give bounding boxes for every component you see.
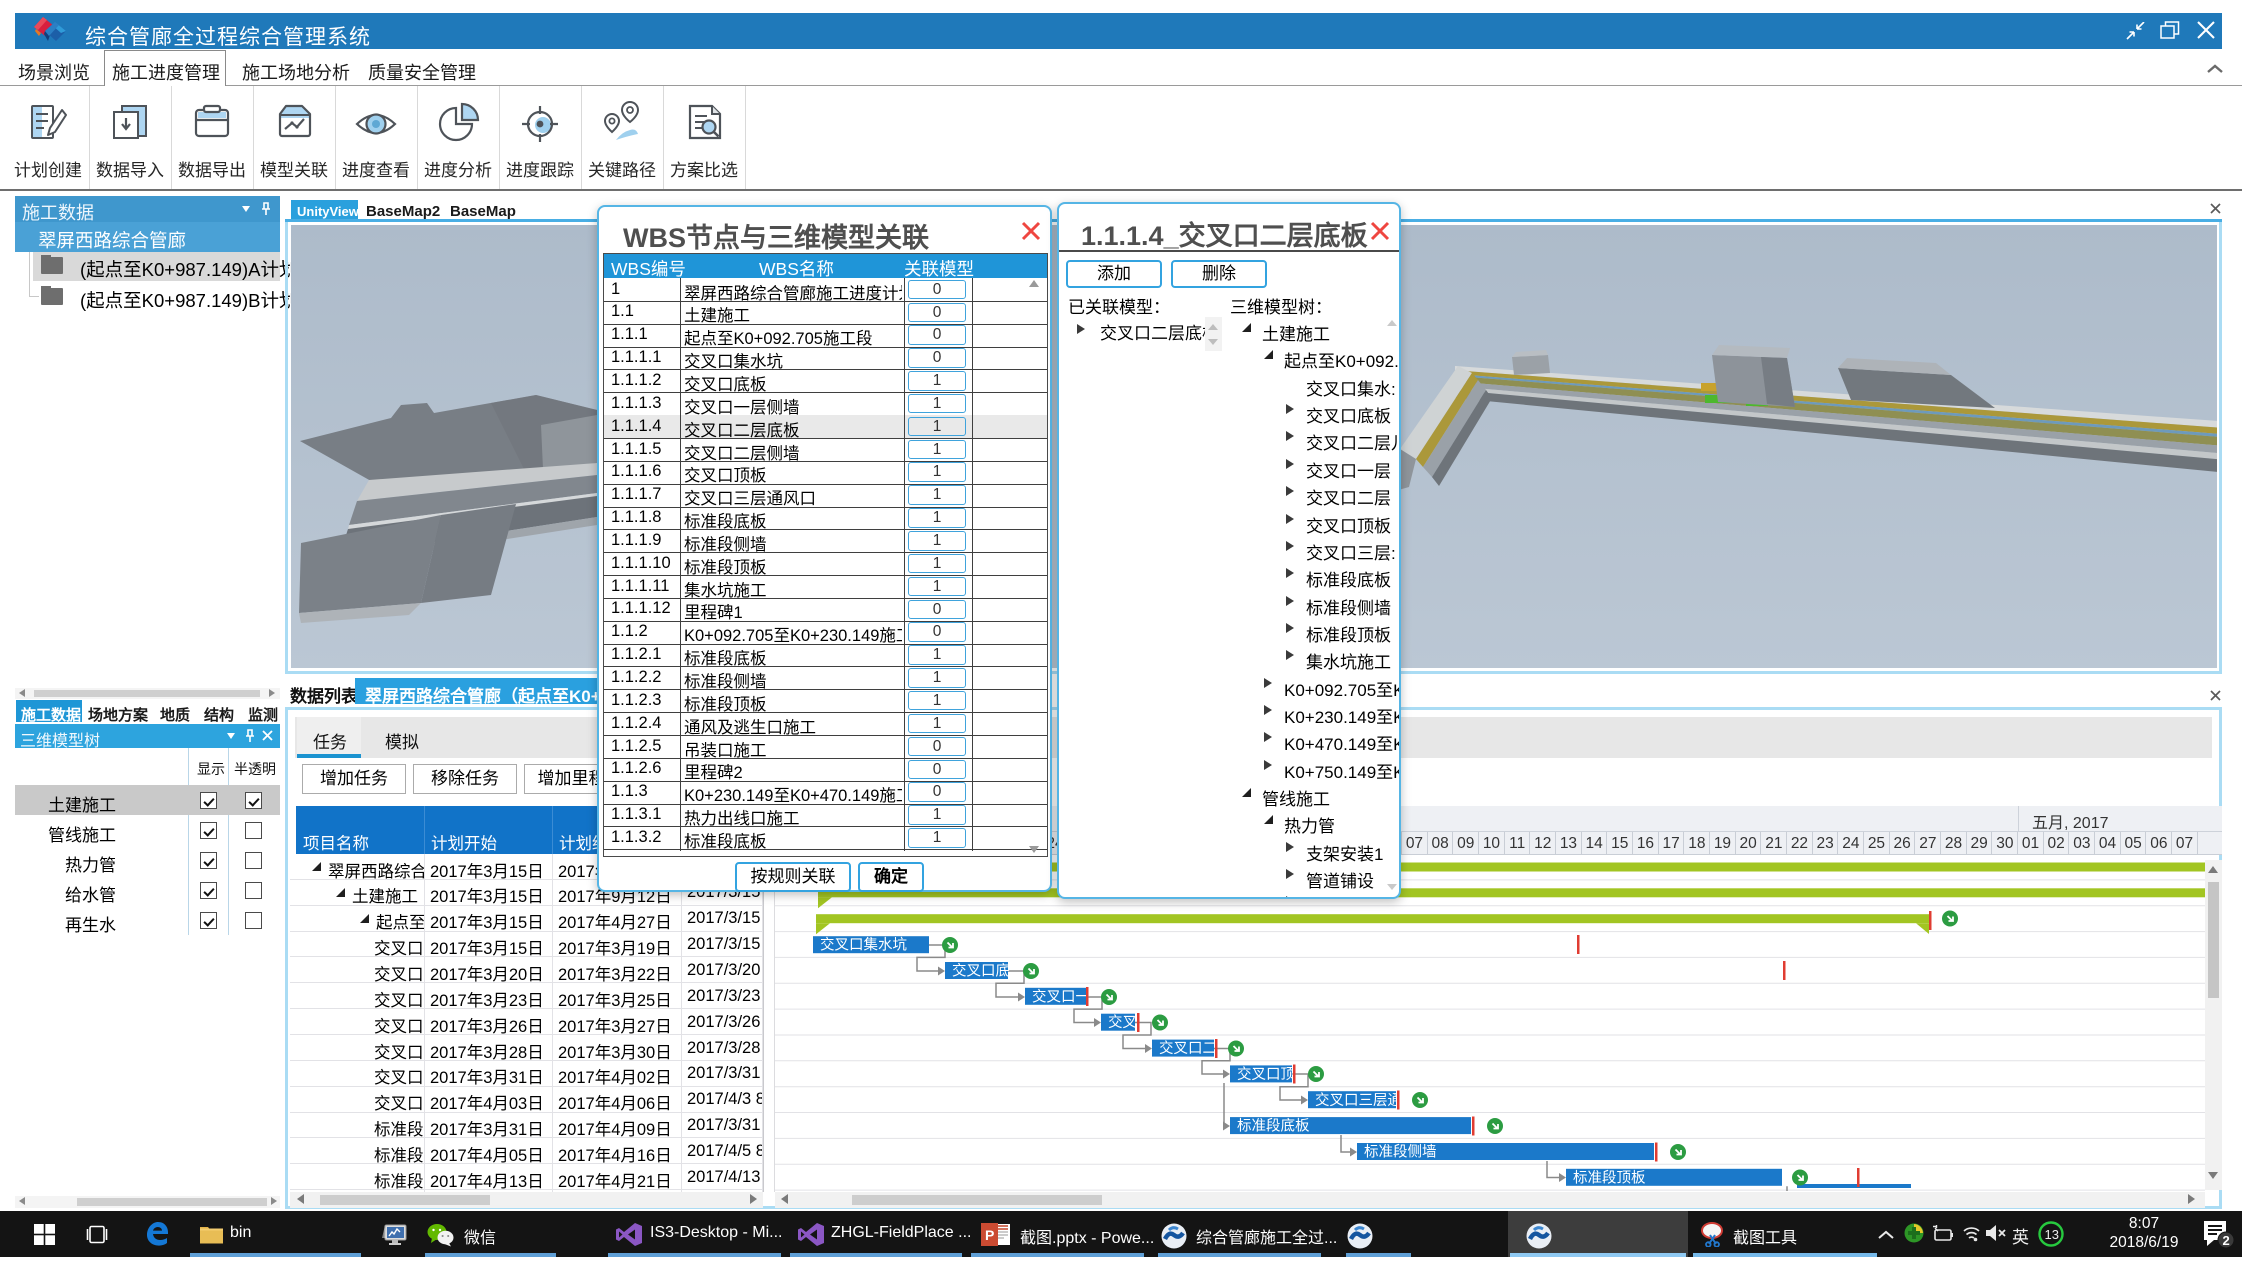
svg-text:标准段底板: 标准段底板: [1237, 1117, 1310, 1135]
svg-text:标准段顶板: 标准段顶板: [1573, 1168, 1646, 1186]
svg-text:标准段侧墙: 标准段侧墙: [1364, 1144, 1437, 1161]
svg-text:交叉口顶: 交叉口顶: [1237, 1065, 1295, 1083]
svg-text:2: 2: [2223, 1233, 2230, 1248]
svg-text:交叉口一: 交叉口一: [1032, 987, 1090, 1005]
svg-text:交叉口二: 交叉口二: [1159, 1039, 1217, 1057]
svg-text:13: 13: [2045, 1227, 2059, 1242]
svg-text:交叉口底:: 交叉口底:: [952, 962, 1014, 980]
svg-text:交叉口集水坑: 交叉口集水坑: [820, 936, 907, 954]
svg-text:交叉: 交叉: [1108, 1013, 1137, 1031]
svg-text:交叉口三层通: 交叉口三层通: [1315, 1091, 1402, 1109]
svg-text:P: P: [985, 1227, 994, 1243]
